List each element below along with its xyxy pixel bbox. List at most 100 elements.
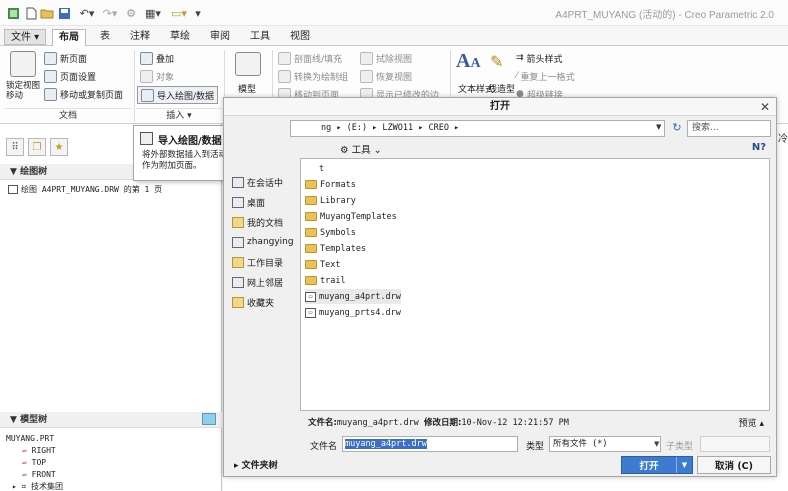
text-style-icon[interactable]: AA: [456, 50, 481, 73]
import-icon: [141, 88, 154, 102]
lock-view-icon[interactable]: [10, 51, 36, 77]
preview-toggle[interactable]: 预览 ▴: [739, 416, 764, 429]
open-options-icon[interactable]: ▼: [676, 457, 692, 473]
drawing-icon: [8, 185, 18, 194]
model-tree-item[interactable]: ▸ ⌗ 技术集团: [12, 481, 63, 491]
list-item[interactable]: Formats: [305, 177, 356, 192]
windows-icon[interactable]: ▦▾: [142, 5, 164, 21]
repeat-format-button[interactable]: ⁄ 重复上一格式: [516, 68, 575, 84]
list-item[interactable]: Library: [305, 193, 356, 208]
model-view-icon[interactable]: [235, 52, 261, 76]
open-button[interactable]: 打开 ▼: [621, 456, 693, 474]
redo-icon[interactable]: ↷▾: [100, 5, 120, 21]
list-item[interactable]: Text: [305, 257, 340, 272]
model-tree-tab-icon[interactable]: ⠿: [6, 138, 24, 156]
drawing-file-icon: ▭: [305, 307, 316, 318]
folder-tree-toggle[interactable]: ▸ 文件夹树: [234, 458, 278, 471]
tooltip-title: 导入绘图/数据: [158, 136, 222, 147]
list-item[interactable]: trail: [305, 273, 346, 288]
move-copy-page-button[interactable]: 移动或复制页面: [44, 86, 123, 102]
open-icon[interactable]: [40, 5, 54, 21]
close-icon[interactable]: ✕: [760, 100, 770, 114]
file-list[interactable]: t Formats Library MuyangTemplates Symbol…: [300, 158, 770, 411]
tab-layout[interactable]: 布局: [52, 29, 86, 47]
tab-tools[interactable]: 工具: [244, 29, 276, 45]
save-icon[interactable]: [57, 5, 71, 21]
folder-icon: [305, 276, 317, 285]
type-dropdown-icon[interactable]: ▼: [654, 440, 659, 448]
place-favorites[interactable]: 收藏夹: [232, 294, 274, 310]
favorites-icon: [232, 296, 244, 308]
filename-label: 文件名: [310, 442, 338, 452]
navigator-toolbar: ⠿ ❐ ★: [6, 138, 68, 156]
search-input[interactable]: 搜索...: [687, 120, 771, 137]
restore-view-button[interactable]: 恢复视图: [360, 68, 412, 84]
app-icon: [6, 5, 20, 21]
arrow-style-button[interactable]: ⇉ 箭头样式: [516, 50, 563, 66]
session-icon: [232, 176, 244, 188]
working-dir-icon: [232, 256, 244, 268]
list-item[interactable]: Templates: [305, 241, 366, 256]
model-view-button[interactable]: 模型: [238, 80, 256, 96]
place-network[interactable]: 网上邻居: [232, 274, 283, 290]
overlay-button[interactable]: 叠加: [140, 50, 174, 66]
list-item[interactable]: Symbols: [305, 225, 356, 240]
import-icon: [140, 132, 153, 145]
help-icon[interactable]: N?: [752, 142, 766, 153]
place-user[interactable]: zhangying: [232, 234, 294, 250]
file-menu[interactable]: 文件 ▾: [4, 29, 47, 45]
tab-sketch[interactable]: 草绘: [164, 29, 196, 45]
tools-icon: ⚙: [340, 145, 349, 156]
place-desktop[interactable]: 桌面: [232, 194, 265, 210]
list-item[interactable]: ▭ muyang_prts4.drw: [305, 305, 401, 320]
customize-icon[interactable]: ▾: [193, 5, 203, 21]
close-window-icon[interactable]: ▭▾: [168, 5, 190, 21]
place-in-session[interactable]: 在会话中: [232, 174, 283, 190]
folder-icon: [305, 228, 317, 237]
documents-icon: [232, 216, 244, 228]
tab-review[interactable]: 审阅: [204, 29, 236, 45]
section-fill-button[interactable]: 剖面线/填充: [278, 50, 342, 66]
path-breadcrumb[interactable]: ng ▸ (E:) ▸ LZWO11 ▸ CREO ▸: [290, 120, 665, 137]
filename-input[interactable]: muyang_a4prt.drw: [342, 436, 518, 452]
line-style-button[interactable]: 线造型: [488, 80, 515, 96]
model-tree-settings-icon[interactable]: [202, 413, 216, 425]
folder-browser-tab-icon[interactable]: ❐: [28, 138, 46, 156]
model-tree-item[interactable]: ▱ FRONT: [22, 470, 56, 479]
list-item[interactable]: MuyangTemplates: [305, 209, 397, 224]
open-dialog: 打开 ✕ ng ▸ (E:) ▸ LZWO11 ▸ CREO ▸ ▼ ↻ 搜索.…: [223, 97, 777, 477]
tab-view[interactable]: 视图: [284, 29, 316, 45]
drawing-tree-item[interactable]: 绘图 A4PRT_MUYANG.DRW 的第 1 页: [8, 184, 162, 195]
model-tree-item[interactable]: ▱ TOP: [22, 458, 46, 467]
list-item-selected[interactable]: ▭ muyang_a4prt.drw: [305, 289, 401, 304]
tools-menu[interactable]: ⚙ 工具 ⌄: [340, 142, 382, 156]
model-tree-root[interactable]: MUYANG.PRT: [6, 434, 54, 443]
tab-table[interactable]: 表: [94, 29, 116, 45]
object-button[interactable]: 对象: [140, 68, 174, 84]
model-tree-item[interactable]: ▱ RIGHT: [22, 446, 56, 455]
undo-icon[interactable]: ↶▾: [77, 5, 97, 21]
new-page-button[interactable]: 新页面: [44, 50, 87, 66]
ribbon-separator: [134, 50, 135, 122]
insert-group-label[interactable]: 插入 ▾: [136, 108, 222, 123]
page-setup-button[interactable]: 页面设置: [44, 68, 96, 84]
new-icon[interactable]: [24, 5, 38, 21]
cancel-button[interactable]: 取消 (C): [697, 456, 771, 474]
place-my-documents[interactable]: 我的文档: [232, 214, 283, 230]
type-select[interactable]: 所有文件 (*): [549, 436, 661, 452]
subtype-select[interactable]: [700, 436, 770, 452]
place-working-directory[interactable]: 工作目录: [232, 254, 283, 270]
model-tree-header[interactable]: ▼ 模型树: [0, 412, 222, 428]
file-info: 文件名:muyang_a4prt.drw 修改日期:10-Nov-12 12:2…: [308, 418, 569, 428]
regenerate-icon[interactable]: ⚙: [124, 5, 138, 21]
tab-annotate[interactable]: 注释: [124, 29, 156, 45]
line-style-icon[interactable]: ✎: [490, 52, 503, 71]
import-drawing-button[interactable]: 导入绘图/数据: [137, 86, 219, 104]
erase-view-button[interactable]: 拭除视图: [360, 50, 412, 66]
refresh-icon[interactable]: ↻: [670, 120, 684, 137]
path-dropdown-icon[interactable]: ▼: [656, 123, 661, 131]
convert-draft-group-button[interactable]: 转换为绘制组: [278, 68, 348, 84]
favorites-tab-icon[interactable]: ★: [50, 138, 68, 156]
lock-view-button[interactable]: 锁定视图移动: [6, 80, 42, 102]
list-item[interactable]: t: [319, 161, 324, 176]
